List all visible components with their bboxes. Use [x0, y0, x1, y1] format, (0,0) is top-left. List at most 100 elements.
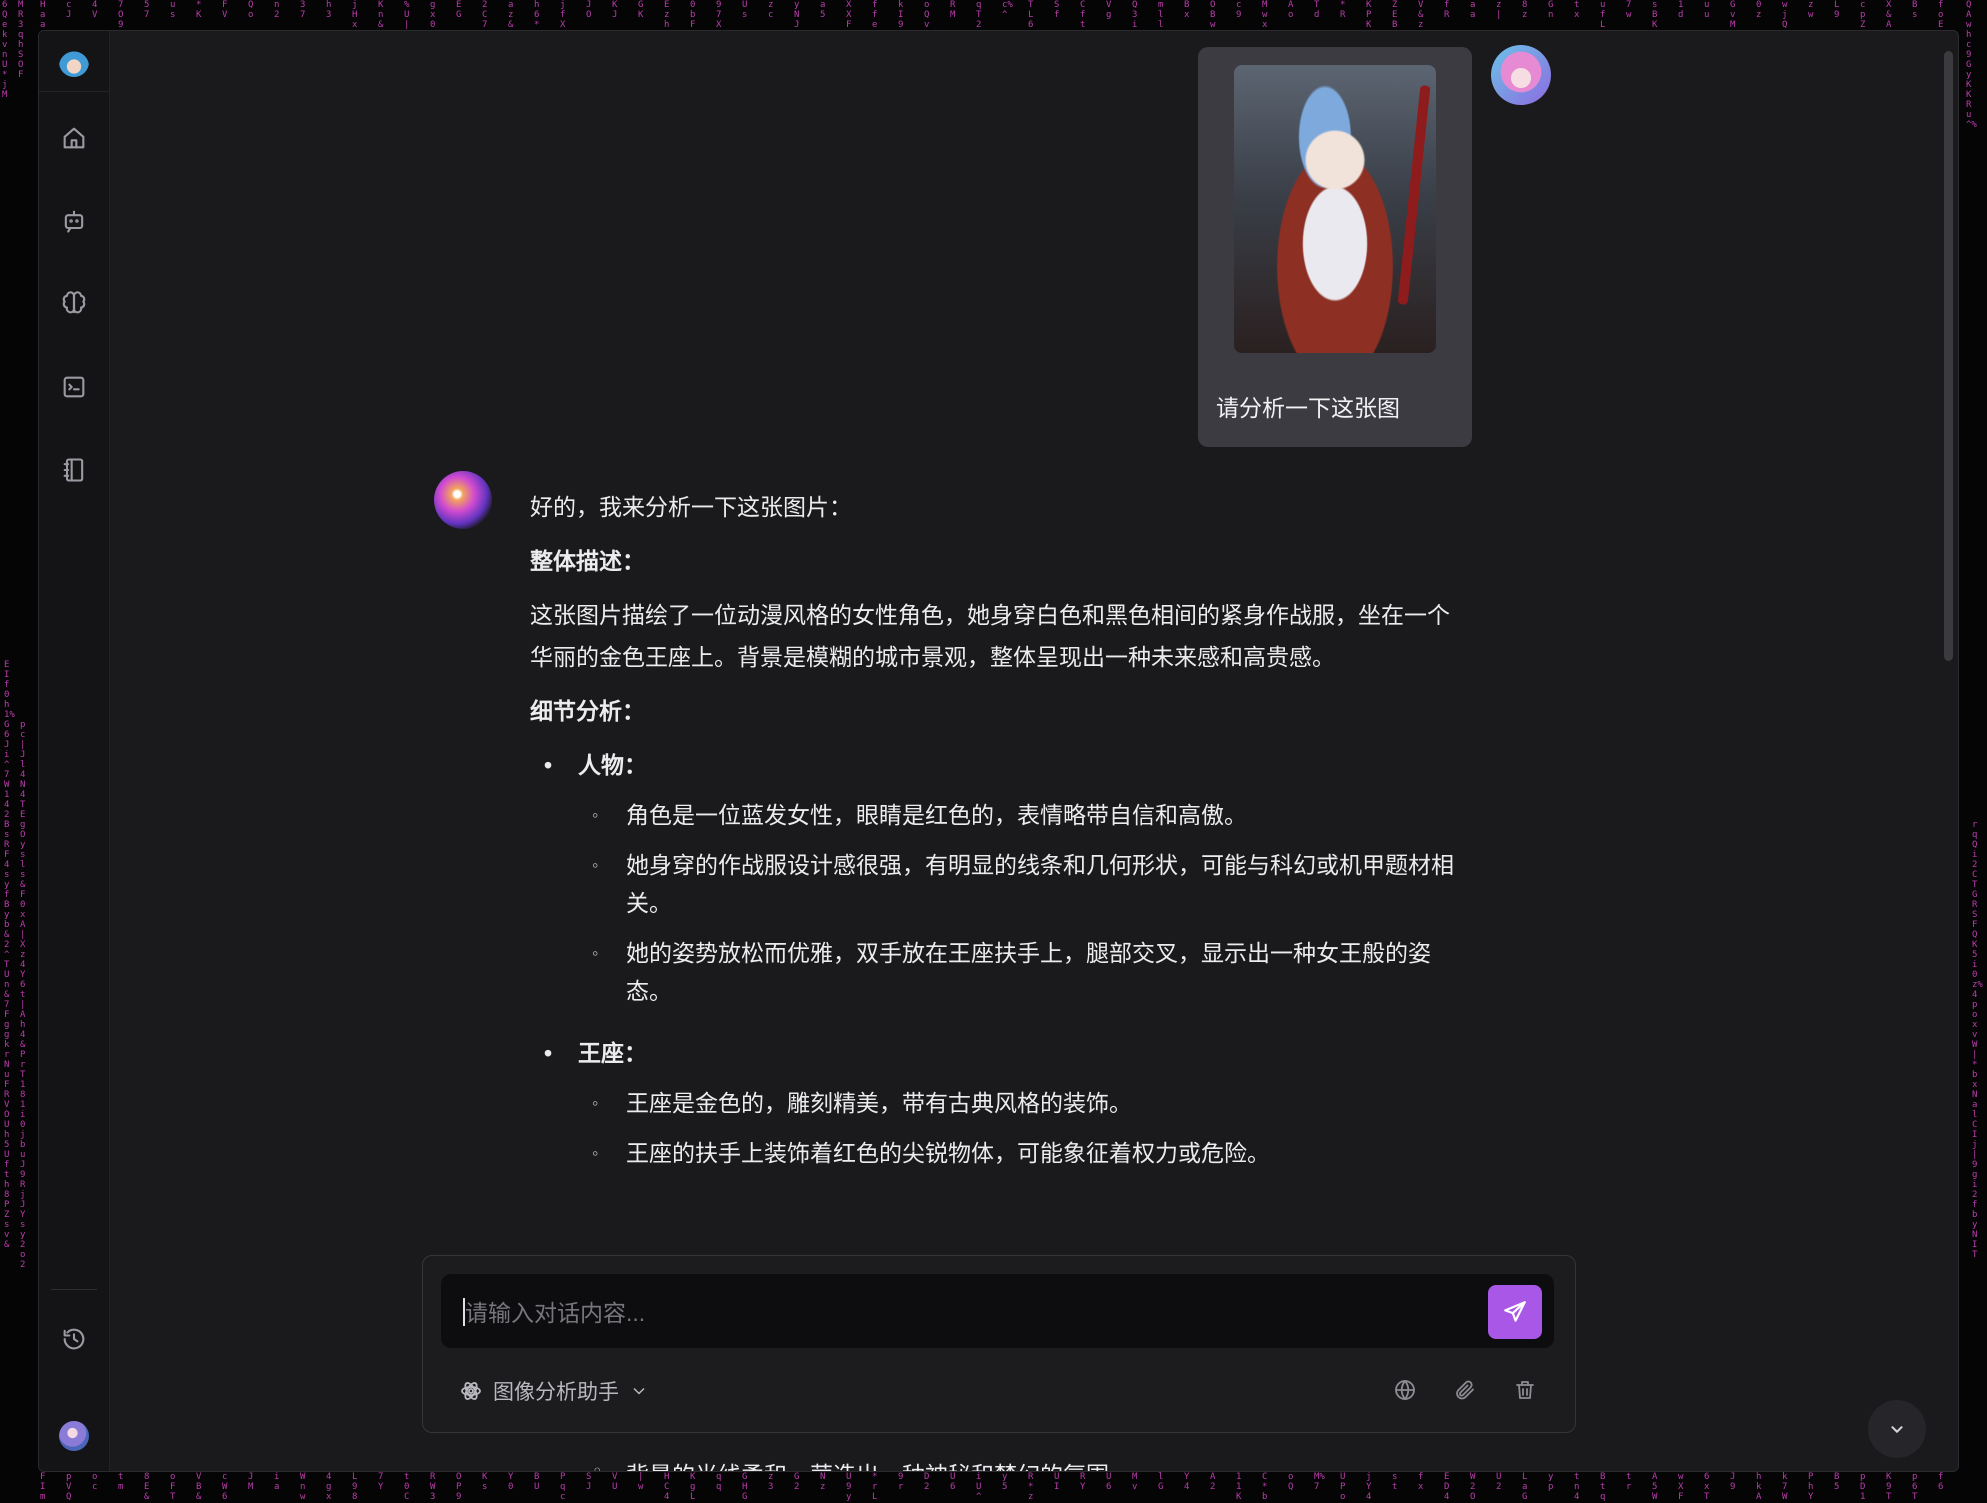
matrix-column: Td	[1314, 0, 1320, 20]
matrix-column: Wnw	[300, 1472, 306, 1502]
matrix-column: foE	[1938, 0, 1944, 30]
agent-selector[interactable]: 图像分析助手	[459, 1376, 649, 1406]
matrix-column: 37	[300, 0, 306, 20]
matrix-column: U6	[950, 1472, 956, 1492]
list-item: 她的姿势放松而优雅，双手放在王座扶手上，腿部交叉，显示出一种女王般的姿态。	[530, 934, 1460, 1010]
matrix-column: UPo	[1340, 1472, 1346, 1502]
matrix-column: ufL	[1600, 0, 1606, 30]
matrix-column: 57	[144, 0, 150, 20]
matrix-column: 4V	[92, 0, 98, 20]
matrix-column: B5	[1834, 1472, 1840, 1492]
matrix-column: Mv	[1132, 1472, 1138, 1492]
matrix-column: 7w	[1626, 0, 1632, 20]
user-message-avatar	[1491, 45, 1551, 105]
matrix-column: *K	[196, 0, 202, 20]
matrix-column: y5	[1002, 1472, 1008, 1492]
list-bullet: ◦	[592, 1461, 603, 1472]
matrix-column: h3	[326, 0, 332, 20]
matrix-column: 7Y	[378, 1472, 384, 1492]
sidebar-item-notebook[interactable]	[55, 451, 93, 489]
overall-text: 这张图片描绘了一位动漫风格的女性角色，她身穿白色和黑色相间的紧身作战服，坐在一个…	[530, 594, 1460, 678]
app-logo[interactable]	[59, 47, 89, 77]
matrix-column: pc|Jl4N4TEgOysls&F0xA|Xz4Y6t|Ah4&PrT181i…	[20, 720, 26, 1270]
scrollbar-thumb[interactable]	[1944, 51, 1953, 661]
sidebar-item-brain[interactable]	[55, 285, 93, 323]
matrix-column: wXF	[1678, 1472, 1684, 1502]
matrix-column: Y4	[1184, 1472, 1190, 1492]
matrix-column: qq	[716, 1472, 722, 1492]
sidebar-item-terminal[interactable]	[55, 368, 93, 406]
matrix-column: G2	[794, 1472, 800, 1492]
scroll-to-bottom-button[interactable]	[1868, 1400, 1926, 1458]
matrix-column: ffe	[872, 0, 878, 30]
matrix-column: Ezh	[664, 0, 670, 30]
matrix-column: tn4	[1574, 1472, 1580, 1502]
matrix-column: jfX	[560, 0, 566, 30]
web-search-button[interactable]	[1389, 1374, 1421, 1406]
section-title: 人物：	[530, 744, 1460, 786]
heading-overall: 整体描述：	[530, 540, 1460, 582]
bot-icon	[60, 207, 88, 235]
matrix-column: oFT	[170, 1472, 176, 1502]
sidebar-item-history[interactable]	[55, 1320, 93, 1358]
matrix-column: cW6	[222, 1472, 228, 1502]
matrix-column: VU	[612, 1472, 618, 1492]
sidebar-item-home[interactable]	[55, 119, 93, 157]
matrix-column: K9T	[1886, 1472, 1892, 1502]
matrix-column: GK	[638, 0, 644, 20]
matrix-column: us	[170, 0, 176, 20]
send-icon	[1502, 1299, 1528, 1325]
matrix-column: 2C7	[482, 0, 488, 30]
section-title: 王座：	[530, 1032, 1460, 1074]
matrix-column: X&A	[1886, 0, 1892, 30]
user-message-text: 请分析一下这张图	[1216, 389, 1400, 423]
attach-button[interactable]	[1449, 1374, 1481, 1406]
uploaded-image-thumbnail[interactable]	[1234, 65, 1436, 353]
matrix-column: FV	[222, 0, 228, 20]
matrix-column: n2	[274, 0, 280, 20]
clear-button[interactable]	[1509, 1374, 1541, 1406]
matrix-column: Ao	[1288, 0, 1294, 20]
matrix-column: %U|	[404, 0, 410, 30]
sidebar-item-chat[interactable]	[55, 202, 93, 240]
matrix-column: lG	[1158, 1472, 1164, 1492]
matrix-column: U9y	[846, 1472, 852, 1502]
matrix-column: az&	[508, 0, 514, 30]
matrix-column: fR	[1444, 0, 1450, 20]
user-avatar[interactable]	[59, 1421, 89, 1451]
matrix-column: Gn	[1548, 0, 1554, 20]
list-item-partial: 背景的光线柔和，营造出一种神秘和梦幻的氛围。	[626, 1456, 1132, 1472]
matrix-column: a5	[820, 0, 826, 20]
paperclip-icon	[1453, 1378, 1477, 1402]
matrix-column: Q3i	[1132, 0, 1138, 30]
send-button[interactable]	[1488, 1285, 1542, 1339]
matrix-column: rqQi2CTGRSFQK5i0z%4poxvW|*bxNalCIj|9gi2f…	[1972, 820, 1978, 1260]
matrix-column: *rL	[872, 1472, 878, 1502]
matrix-column: A2	[1210, 1472, 1216, 1492]
notebook-icon	[60, 456, 88, 484]
matrix-column: f6	[1938, 1472, 1944, 1492]
matrix-column: z|	[1496, 0, 1502, 20]
matrix-column: Cft	[1080, 0, 1086, 30]
matrix-column: GvM	[1730, 0, 1736, 30]
matrix-column: t0C	[404, 1472, 410, 1502]
matrix-column: p6T	[1912, 1472, 1918, 1502]
sidebar	[39, 31, 110, 1471]
sidebar-divider	[51, 1289, 97, 1290]
matrix-column: BU	[534, 1472, 540, 1492]
matrix-column: wjQ	[1782, 0, 1788, 30]
matrix-column: qT2	[976, 0, 982, 30]
matrix-column: MR3qhSOF	[18, 0, 24, 80]
terminal-icon	[60, 373, 88, 401]
matrix-column: HC4	[664, 1472, 670, 1502]
matrix-column: |w	[638, 1472, 644, 1492]
matrix-column: oc	[92, 1472, 98, 1492]
matrix-column: Bs	[1912, 0, 1918, 20]
matrix-column: Ks	[482, 1472, 488, 1492]
matrix-column: OBw	[1210, 0, 1216, 30]
matrix-column: 6QekvnU*jM	[2, 0, 8, 100]
matrix-column: aa	[1470, 0, 1476, 20]
agent-icon	[459, 1379, 483, 1403]
chat-input[interactable]: 请输入对话内容...	[441, 1274, 1554, 1348]
matrix-column: Haa	[40, 0, 46, 30]
